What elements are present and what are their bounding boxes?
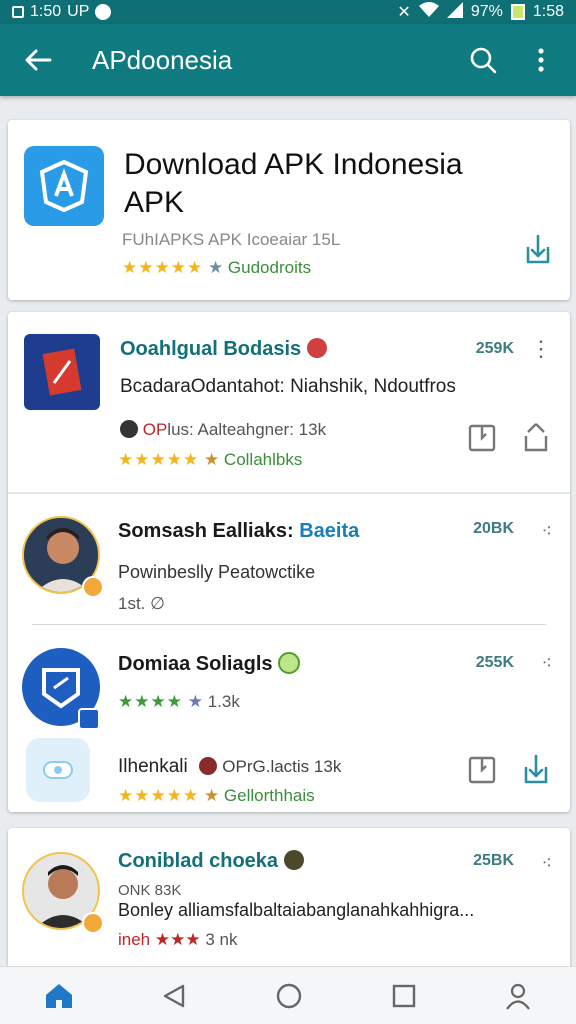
- emoji-icon: [278, 652, 301, 674]
- notification-icon: [12, 6, 24, 18]
- hero-card[interactable]: Download APK Indonesia APK FUhIAPKS APK …: [8, 120, 570, 300]
- app-size: 259K: [475, 340, 514, 357]
- emoji-icon: [283, 850, 304, 870]
- app-size: 20BK: [473, 520, 514, 537]
- app-name-text: Coniblad choeka: [118, 850, 279, 872]
- rating-label: 3 nk: [205, 930, 238, 949]
- status-time: 1:58: [532, 3, 564, 20]
- battery-icon: [510, 4, 525, 20]
- app-name-accent: Baeita: [299, 520, 360, 542]
- app-name-text: Somsash Ealliaks:: [118, 520, 294, 542]
- battery-percent: 97%: [470, 3, 503, 20]
- app-meta: ONK 83K: [118, 882, 182, 899]
- app-name-text: Ooahlgual Bodasis: [120, 338, 302, 360]
- download-icon[interactable]: [522, 232, 554, 266]
- signal-icon: [446, 1, 463, 23]
- more-icon[interactable]: ⁖: [541, 520, 552, 542]
- verified-badge-icon: [82, 576, 104, 598]
- app-name: Coniblad choeka: [118, 850, 304, 873]
- rating-label: Collahlbks: [223, 450, 303, 469]
- rating-stars-icon: ★★★★: [118, 692, 183, 711]
- home-icon[interactable]: [44, 982, 74, 1010]
- app-name: Ooahlgual Bodasis: [120, 338, 327, 361]
- avatar-icon: [120, 420, 138, 438]
- hero-title: Download APK Indonesia APK: [124, 148, 463, 219]
- download-icon[interactable]: [520, 752, 552, 786]
- app-bar-title: APdoonesia: [92, 44, 233, 75]
- app-rating: ★★★★ ★ 1.3k: [118, 692, 240, 712]
- app-meta: OPlus: Aalteahgner: 13k: [120, 420, 326, 440]
- sub-app-meta: OPrG.lactis 13k: [222, 757, 342, 776]
- sync-icon: [95, 4, 112, 20]
- app-meta: 1st. ∅: [118, 594, 165, 613]
- avatar-icon: [199, 757, 217, 775]
- rating-label: Gudodroits: [227, 258, 312, 277]
- rating-label: 1.3k: [207, 692, 240, 711]
- list-card: Ooahlgual Bodasis 259K ⋮ BcadaraOdantaho…: [8, 312, 570, 812]
- app-name: Somsash Ealliaks: Baeita: [118, 520, 359, 543]
- bottom-navigation: [0, 966, 576, 1024]
- status-bar: 1:50 UP ✕ 97% 1:58: [0, 0, 576, 24]
- search-button[interactable]: [454, 46, 512, 74]
- more-icon[interactable]: ⋮: [530, 338, 552, 360]
- app-description: BcadaraOdantahot: Niahshik, Ndoutfros: [120, 376, 456, 397]
- app-bar: APdoonesia: [0, 24, 576, 96]
- sub-app-name-text: Ilhenkali: [118, 756, 188, 777]
- app-name-text: Domiaa Soliagls: [118, 653, 273, 675]
- more-vert-icon: [538, 48, 544, 72]
- mute-icon: ✕: [397, 4, 411, 21]
- recents-square-icon[interactable]: [391, 983, 417, 1009]
- bookmark-icon[interactable]: [466, 420, 498, 454]
- list-item[interactable]: Somsash Ealliaks: Baeita 20BK ⁖ Powinbes…: [8, 494, 570, 624]
- app-icon: [26, 738, 90, 802]
- rating-prefix: ineh: [118, 930, 151, 949]
- star-icon: ★: [187, 692, 203, 711]
- bookmark-icon[interactable]: [466, 752, 498, 786]
- app-logo-icon: [24, 146, 104, 226]
- hero-rating: ★★★★★ ★ Gudodroits: [122, 258, 311, 278]
- list-item[interactable]: Ooahlgual Bodasis 259K ⋮ BcadaraOdantaho…: [8, 312, 570, 492]
- star-icon: ★: [203, 450, 220, 469]
- status-time-left: 1:50: [30, 3, 62, 20]
- rating-stars-icon: ★★★★★: [118, 450, 200, 469]
- back-button[interactable]: [0, 48, 76, 72]
- app-icon: [24, 334, 100, 410]
- home-circle-icon[interactable]: [275, 982, 303, 1010]
- app-badge-icon: [78, 708, 100, 730]
- arrow-left-icon: [25, 49, 52, 71]
- star-icon: ★: [203, 786, 220, 805]
- status-label: UP: [67, 3, 90, 20]
- app-size: 255K: [475, 654, 514, 671]
- back-triangle-icon[interactable]: [161, 983, 187, 1009]
- app-description: Powinbeslly Peatowctike: [118, 562, 316, 582]
- app-size: 25BK: [473, 852, 514, 869]
- list-card: Coniblad choeka 25BK ⁖ ONK 83K Bonley al…: [8, 828, 570, 978]
- meta-prefix: OP: [142, 420, 168, 439]
- verified-badge-icon: [82, 912, 104, 934]
- profile-icon[interactable]: [504, 982, 532, 1010]
- app-rating: ineh ★★★ 3 nk: [118, 930, 237, 950]
- more-icon[interactable]: ⁖: [541, 852, 552, 874]
- search-icon: [470, 47, 497, 74]
- sub-app-name: Ilhenkali OPrG.lactis 13k: [118, 756, 341, 778]
- more-icon[interactable]: ⁖: [541, 652, 552, 674]
- rating-stars-icon: ★★★: [154, 930, 201, 949]
- rating-label: Gellorthhais: [223, 786, 315, 805]
- emoji-icon: [306, 338, 327, 358]
- wifi-icon: [418, 1, 439, 23]
- app-description: Bonley alliamsfalbaltaiabanglanahkahhigr…: [118, 900, 475, 920]
- overflow-menu-button[interactable]: [512, 47, 570, 73]
- meta-text: lus: Aalteahgner: 13k: [167, 420, 327, 439]
- list-item[interactable]: Coniblad choeka 25BK ⁖ ONK 83K Bonley al…: [8, 828, 570, 978]
- share-icon[interactable]: [520, 420, 552, 454]
- app-name: Domiaa Soliagls: [118, 652, 301, 676]
- star-icon: ★: [207, 258, 224, 277]
- rating-stars-icon: ★★★★★: [122, 258, 204, 277]
- app-rating: ★★★★★ ★ Collahlbks: [118, 450, 302, 470]
- app-rating: ★★★★★ ★ Gellorthhais: [118, 786, 315, 806]
- list-item[interactable]: Domiaa Soliagls 255K ⁖ ★★★★ ★ 1.3k Ilhen…: [8, 626, 570, 812]
- hero-meta: FUhIAPKS APK Icoeaiar 15L: [122, 230, 341, 249]
- rating-stars-icon: ★★★★★: [118, 786, 200, 805]
- divider: [32, 624, 546, 625]
